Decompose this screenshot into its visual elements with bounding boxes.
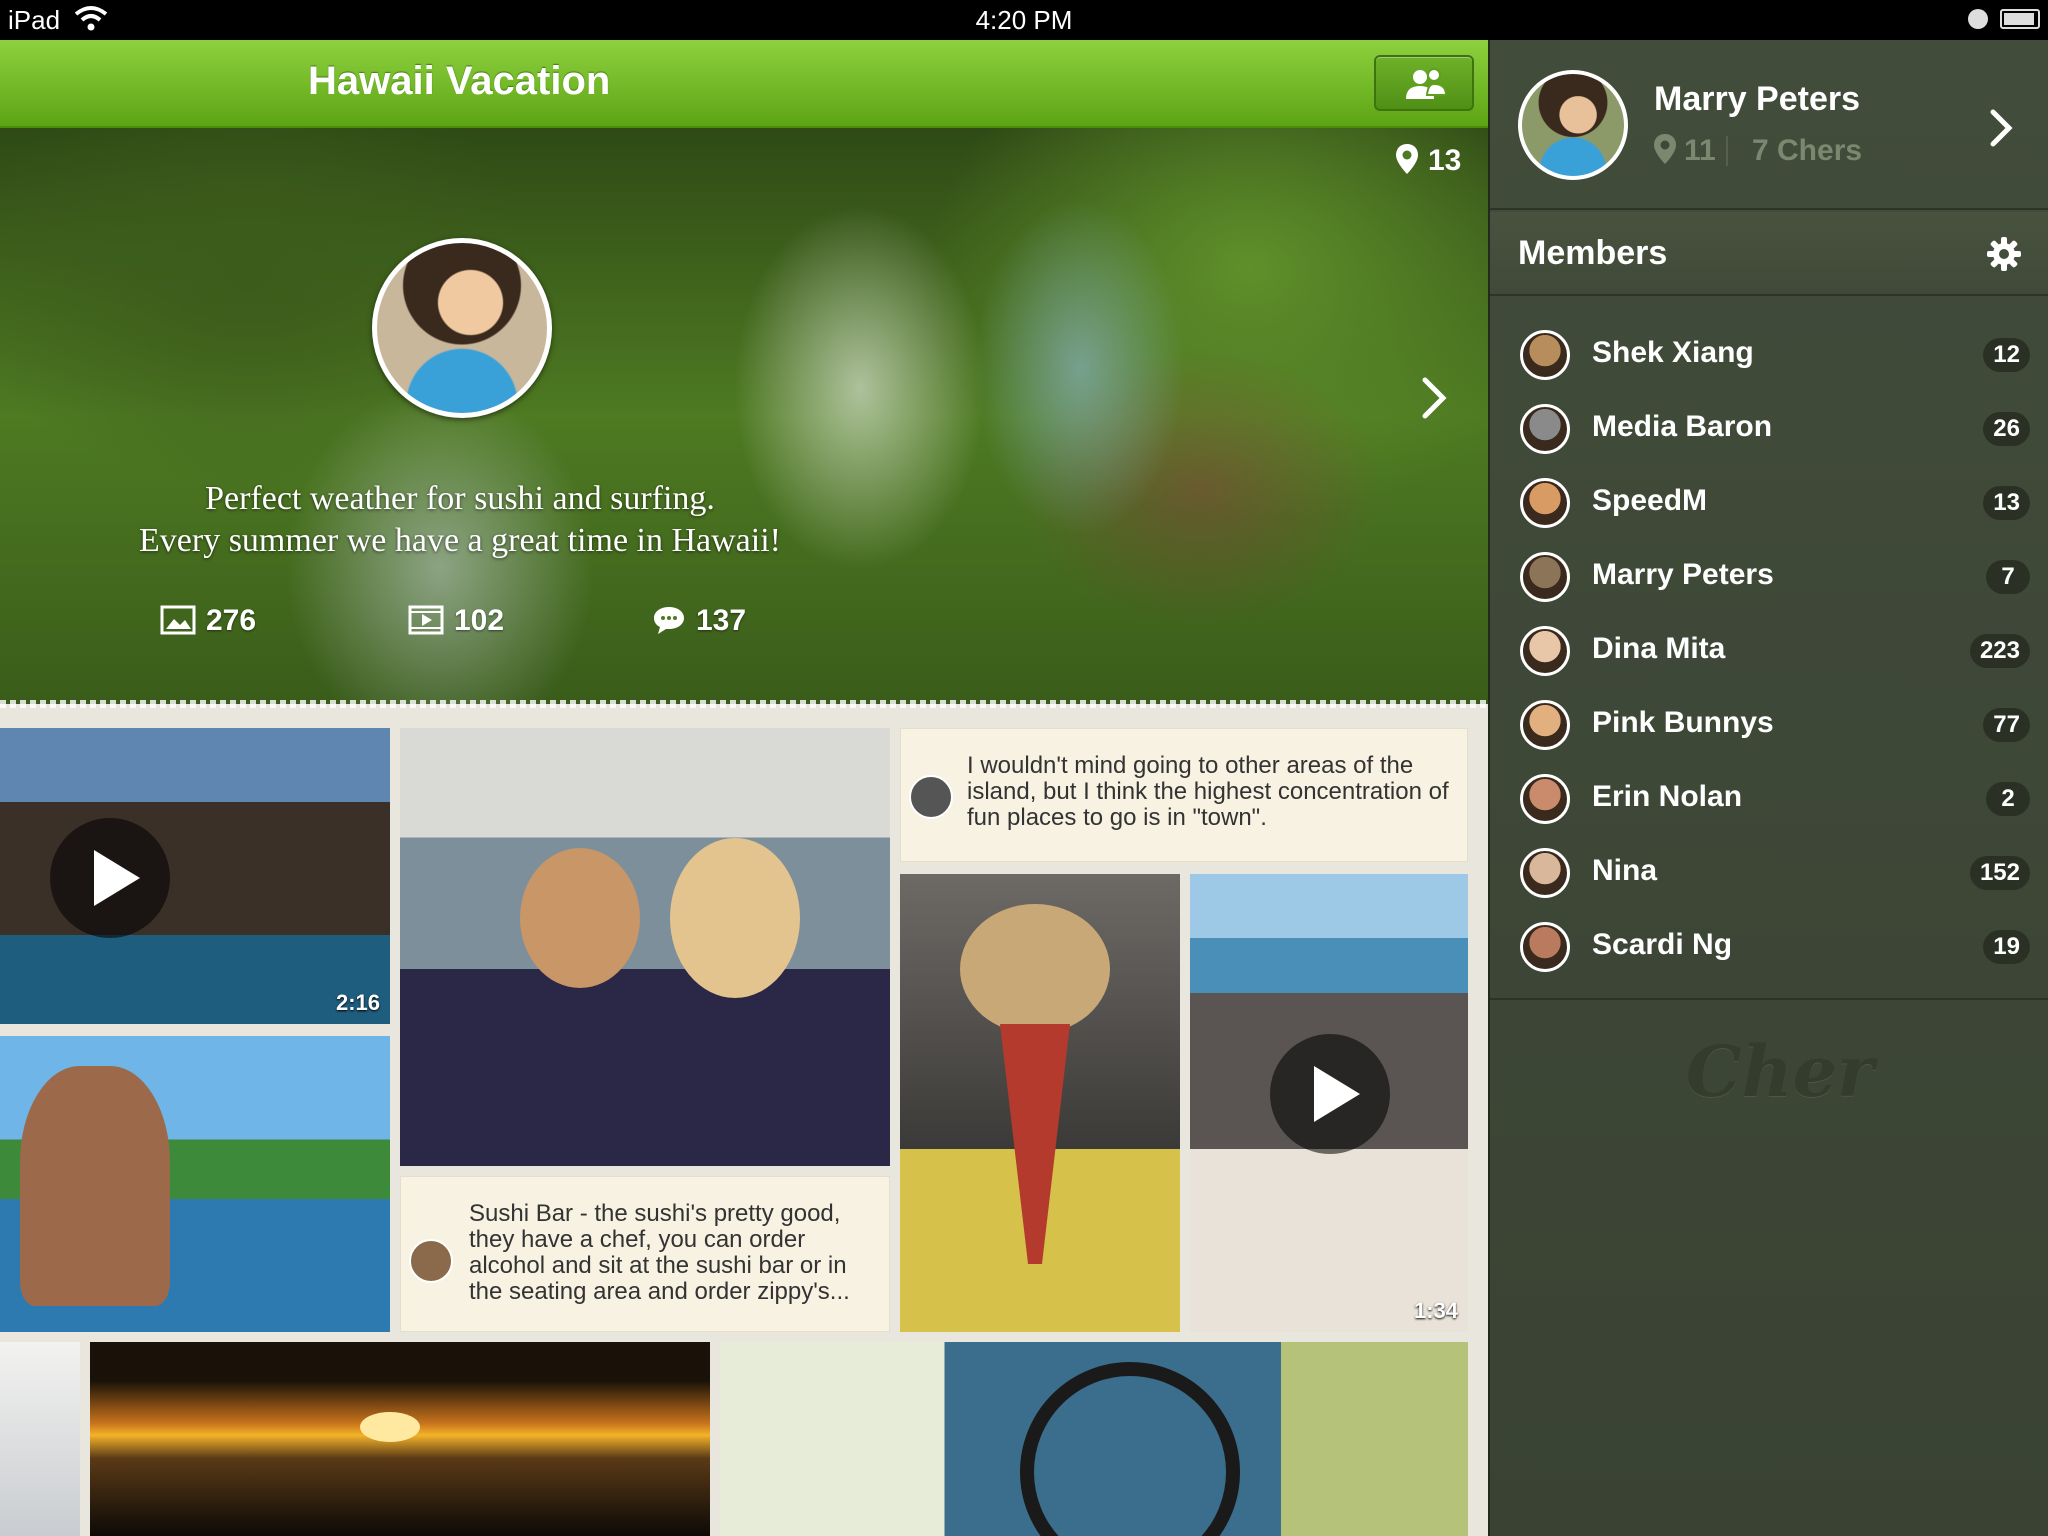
avatar: [1520, 848, 1570, 898]
steering-wheel: [1020, 1362, 1240, 1536]
comment-card[interactable]: I wouldn't mind going to other areas of …: [900, 728, 1468, 862]
battery-icon: [2000, 9, 2040, 29]
gear-icon[interactable]: [1986, 236, 2022, 272]
member-item[interactable]: Pink Bunnys 77: [1490, 686, 2048, 760]
chevron-right-icon[interactable]: [1988, 108, 2014, 148]
member-count-badge: 12: [1983, 338, 2030, 372]
group-icon: [1406, 68, 1448, 99]
chevron-right-icon[interactable]: [1420, 376, 1448, 420]
video-wedding[interactable]: 1:34: [1190, 874, 1468, 1332]
avatar: [1520, 922, 1570, 972]
avatar: [409, 1239, 453, 1283]
members-button[interactable]: [1374, 55, 1474, 111]
photo-sunset[interactable]: [90, 1342, 710, 1536]
location-count[interactable]: 13: [1396, 144, 1461, 178]
divider: [1490, 998, 2048, 1000]
album-header: Hawaii Vacation: [0, 40, 1488, 128]
member-count-badge: 152: [1969, 856, 2030, 890]
profile-name: Marry Peters: [1654, 80, 1861, 118]
members-title: Members: [1518, 234, 1668, 272]
member-name: Erin Nolan: [1592, 780, 1743, 813]
location-pin-icon: [1396, 144, 1418, 174]
ice-cream-scoop: [960, 904, 1110, 1034]
alarm-icon: [1968, 9, 1988, 29]
member-count-badge: 13: [1983, 486, 2030, 520]
member-item[interactable]: Shek Xiang 12: [1490, 316, 2048, 390]
person-head: [670, 838, 800, 998]
member-name: Shek Xiang: [1592, 336, 1754, 369]
photos-count[interactable]: 276: [160, 604, 256, 638]
avatar: [1520, 478, 1570, 528]
album-panel: Hawaii Vacation 13 Perfect weather for s…: [0, 40, 1488, 1536]
member-item[interactable]: Scardi Ng 19: [1490, 908, 2048, 982]
comment-icon: [654, 607, 684, 634]
video-cliff-jump[interactable]: 2:16: [0, 728, 390, 1024]
surfer-figure: [20, 1066, 170, 1306]
members-header: Members: [1490, 212, 2048, 296]
perforated-divider: [0, 700, 1488, 708]
photo-surfing[interactable]: [0, 1036, 390, 1332]
status-bar: iPad 4:20 PM: [0, 0, 2048, 40]
comment-card[interactable]: Sushi Bar - the sushi's pretty good, the…: [400, 1176, 890, 1332]
member-count-badge: 7: [1986, 560, 2030, 594]
pins-count: 11: [1654, 134, 1716, 168]
video-duration: 2:16: [335, 990, 380, 1015]
person-head: [520, 848, 640, 988]
comment-text: I wouldn't mind going to other areas of …: [967, 752, 1449, 831]
member-item[interactable]: SpeedM 13: [1490, 464, 2048, 538]
photo-icon: [160, 605, 196, 635]
member-name: Media Baron: [1592, 410, 1773, 443]
clock-time: 4:20 PM: [975, 5, 1073, 35]
member-item[interactable]: Media Baron 26: [1490, 390, 2048, 464]
avatar: [909, 775, 953, 819]
member-count-badge: 2: [1986, 782, 2030, 816]
location-pin-icon: [1654, 134, 1676, 164]
album-cover: 13 Perfect weather for sushi and surfing…: [0, 128, 1488, 704]
member-item[interactable]: Nina 152: [1490, 834, 2048, 908]
user-profile[interactable]: Marry Peters 11 7 Chers: [1490, 40, 2048, 210]
divider: [1726, 136, 1728, 166]
photo-ice-cream[interactable]: [900, 874, 1180, 1332]
video-icon: [408, 605, 444, 635]
photo-partial[interactable]: [0, 1342, 80, 1536]
avatar: [1518, 70, 1628, 180]
avatar: [1520, 404, 1570, 454]
avatar: [1520, 552, 1570, 602]
member-name: Marry Peters: [1592, 558, 1774, 591]
sidebar: Marry Peters 11 7 Chers Members Shek Xia…: [1488, 40, 2048, 1536]
member-count-badge: 19: [1983, 930, 2030, 964]
member-name: Scardi Ng: [1592, 928, 1733, 961]
album-description: Perfect weather for sushi and surfing. E…: [139, 480, 781, 559]
play-icon[interactable]: [50, 818, 170, 938]
chers-count: 7 Chers: [1752, 134, 1863, 167]
videos-count[interactable]: 102: [408, 604, 504, 638]
owner-avatar[interactable]: [372, 238, 552, 418]
member-name: SpeedM: [1592, 484, 1708, 517]
member-item[interactable]: Erin Nolan 2: [1490, 760, 2048, 834]
avatar: [1520, 626, 1570, 676]
avatar: [1520, 330, 1570, 380]
member-count-badge: 77: [1983, 708, 2030, 742]
member-count-badge: 26: [1983, 412, 2030, 446]
brand-logo: Cher: [1686, 1030, 1875, 1113]
member-item[interactable]: Dina Mita 223: [1490, 612, 2048, 686]
member-name: Nina: [1592, 854, 1658, 887]
photo-driving[interactable]: [720, 1342, 1468, 1536]
photo-couple-car[interactable]: [400, 728, 890, 1166]
avatar: [1520, 774, 1570, 824]
member-item[interactable]: Marry Peters 7: [1490, 538, 2048, 612]
comments-count[interactable]: 137: [652, 604, 746, 638]
member-name: Dina Mita: [1592, 632, 1726, 665]
member-count-badge: 223: [1969, 634, 2030, 668]
cone: [1000, 1024, 1070, 1264]
avatar: [1520, 700, 1570, 750]
comment-text: Sushi Bar - the sushi's pretty good, the…: [469, 1200, 850, 1305]
album-title: Hawaii Vacation: [308, 59, 611, 103]
video-duration: 1:34: [1413, 1298, 1458, 1323]
sun: [360, 1412, 420, 1442]
member-name: Pink Bunnys: [1592, 706, 1774, 739]
play-icon[interactable]: [1270, 1034, 1390, 1154]
